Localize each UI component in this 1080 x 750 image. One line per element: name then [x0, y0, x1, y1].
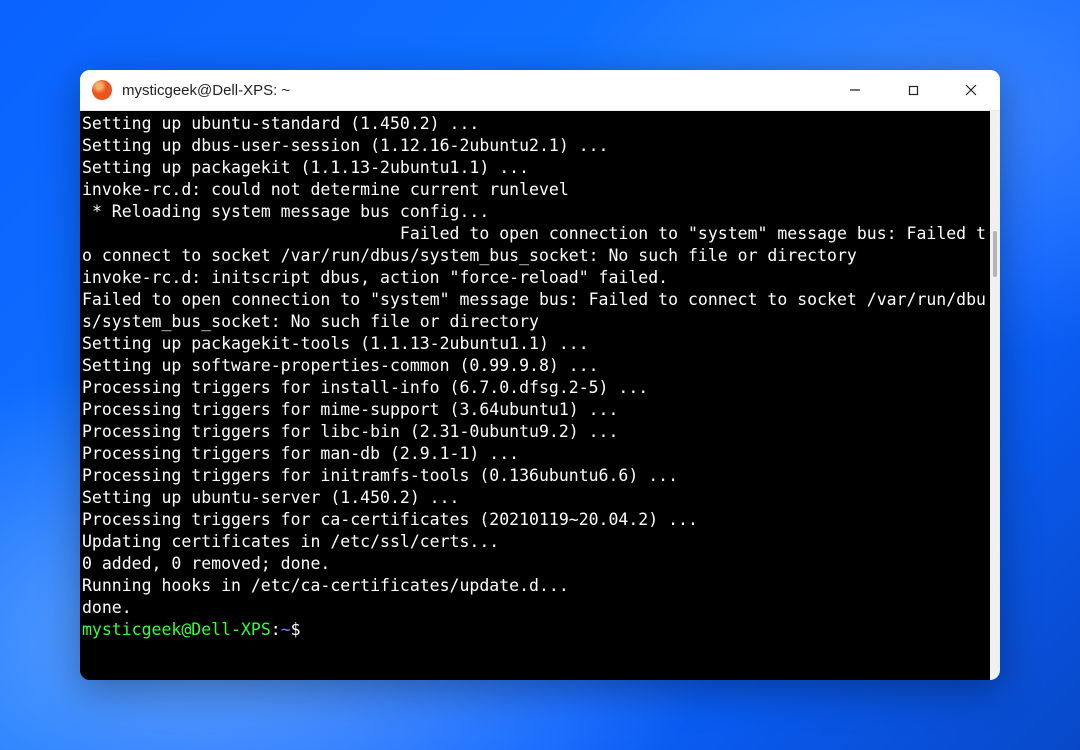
- terminal-line: invoke-rc.d: could not determine current…: [82, 179, 988, 201]
- close-icon: [965, 84, 977, 96]
- terminal-line: Processing triggers for initramfs-tools …: [82, 465, 988, 487]
- terminal-line: Setting up ubuntu-server (1.450.2) ...: [82, 487, 988, 509]
- terminal-line: invoke-rc.d: initscript dbus, action "fo…: [82, 267, 988, 289]
- titlebar[interactable]: mysticgeek@Dell-XPS: ~: [80, 70, 1000, 111]
- terminal-line: Processing triggers for man-db (2.9.1-1)…: [82, 443, 988, 465]
- terminal-line: Failed to open connection to "system" me…: [82, 289, 988, 333]
- terminal-line: Running hooks in /etc/ca-certificates/up…: [82, 575, 988, 597]
- terminal-line: Processing triggers for mime-support (3.…: [82, 399, 988, 421]
- terminal-line: done.: [82, 597, 988, 619]
- scroll-thumb[interactable]: [993, 231, 997, 277]
- window-controls: [826, 70, 1000, 110]
- terminal-line: Setting up ubuntu-standard (1.450.2) ...: [82, 113, 988, 135]
- ubuntu-icon: [92, 80, 112, 100]
- shell-prompt[interactable]: mysticgeek@Dell-XPS:~$: [82, 619, 988, 641]
- terminal-line: Setting up packagekit-tools (1.1.13-2ubu…: [82, 333, 988, 355]
- maximize-icon: [908, 85, 919, 96]
- terminal-line: Setting up packagekit (1.1.13-2ubuntu1.1…: [82, 157, 988, 179]
- terminal-window: mysticgeek@Dell-XPS: ~ Setting up ubuntu…: [80, 70, 1000, 680]
- terminal-line: * Reloading system message bus config...: [82, 201, 988, 223]
- minimize-icon: [849, 84, 861, 96]
- scrollbar[interactable]: [990, 111, 1000, 680]
- terminal-line: 0 added, 0 removed; done.: [82, 553, 988, 575]
- maximize-button[interactable]: [884, 70, 942, 110]
- terminal-line: Processing triggers for libc-bin (2.31-0…: [82, 421, 988, 443]
- terminal-line: Setting up software-properties-common (0…: [82, 355, 988, 377]
- terminal-line: Processing triggers for install-info (6.…: [82, 377, 988, 399]
- window-title: mysticgeek@Dell-XPS: ~: [122, 82, 826, 99]
- terminal-line: Updating certificates in /etc/ssl/certs.…: [82, 531, 988, 553]
- close-button[interactable]: [942, 70, 1000, 110]
- terminal-output[interactable]: Setting up ubuntu-standard (1.450.2) ...…: [80, 111, 990, 680]
- terminal-line: Processing triggers for ca-certificates …: [82, 509, 988, 531]
- terminal-line: Failed to open connection to "system" me…: [82, 223, 988, 267]
- terminal-line: Setting up dbus-user-session (1.12.16-2u…: [82, 135, 988, 157]
- minimize-button[interactable]: [826, 70, 884, 110]
- desktop-background: mysticgeek@Dell-XPS: ~ Setting up ubuntu…: [0, 0, 1080, 750]
- terminal-area: Setting up ubuntu-standard (1.450.2) ...…: [80, 111, 1000, 680]
